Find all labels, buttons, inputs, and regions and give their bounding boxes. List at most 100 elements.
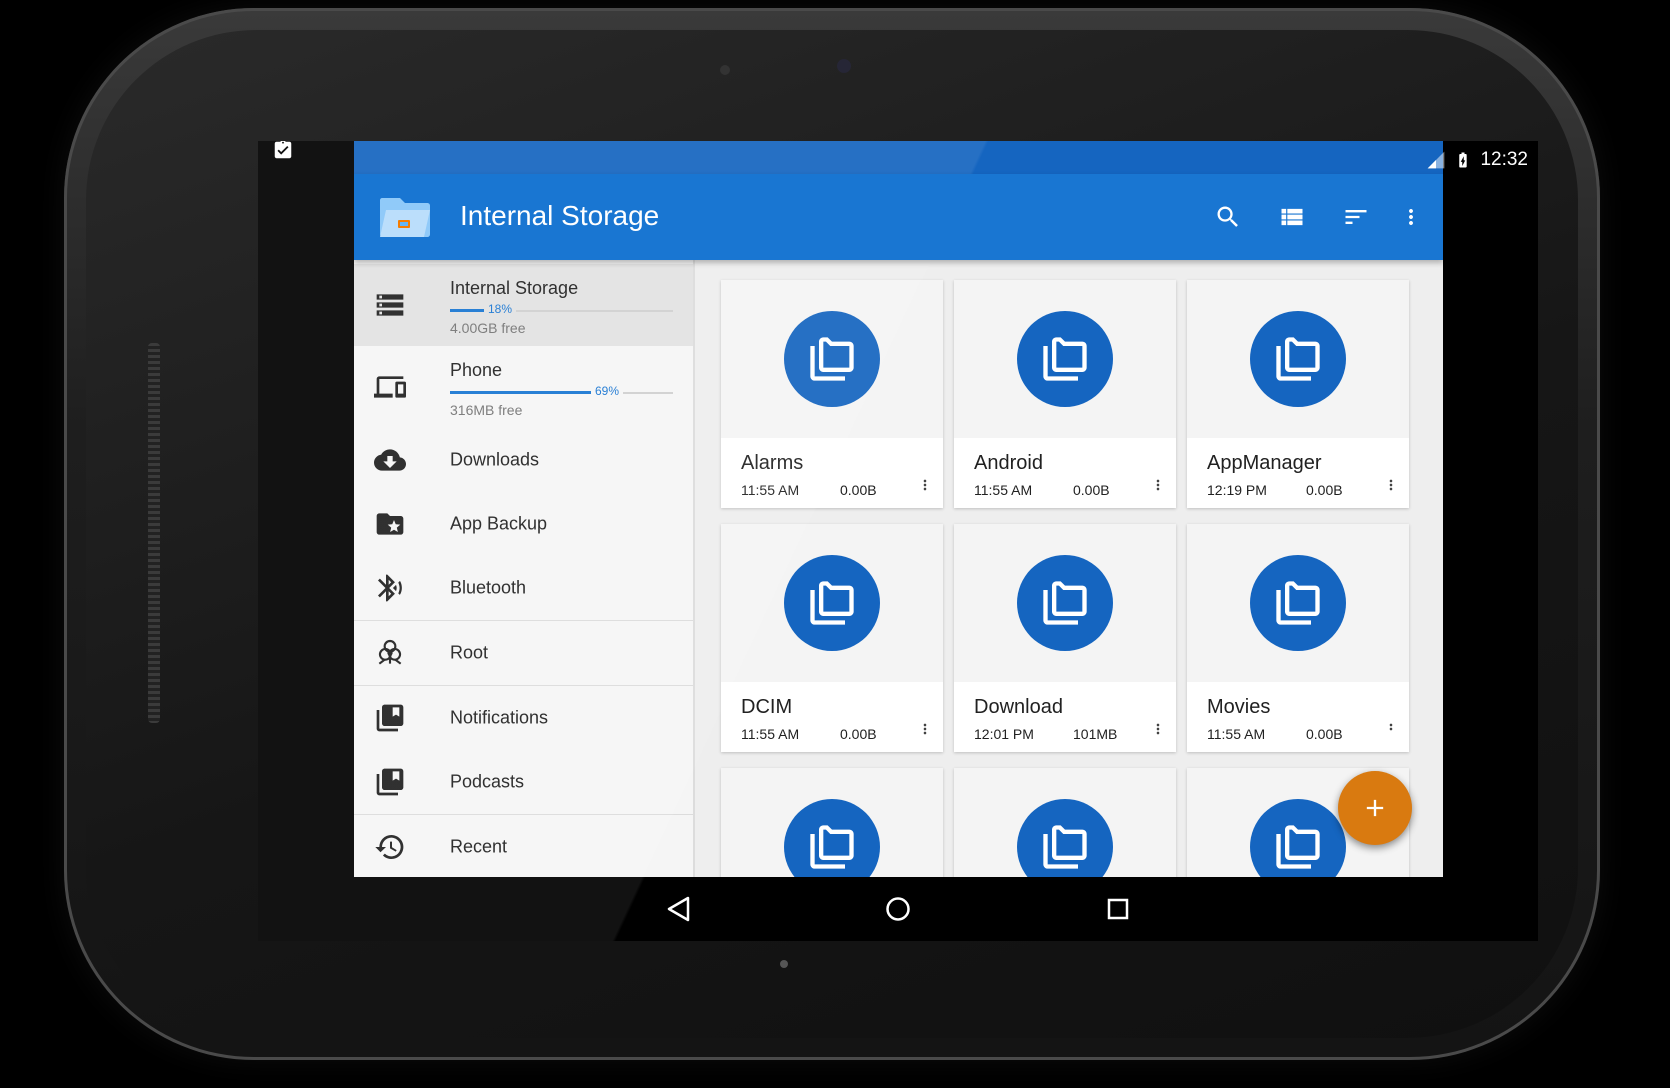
folder-card[interactable]: AppManager 12:19 PM 0.00B — [1187, 280, 1409, 508]
folder-options-button[interactable] — [1150, 474, 1166, 496]
view-mode-button[interactable] — [1271, 196, 1313, 238]
biohazard-icon — [374, 637, 406, 669]
drawer-item-notifications[interactable]: Notifications — [354, 686, 693, 750]
toolbar-title: Internal Storage — [460, 200, 660, 231]
search-icon — [1217, 206, 1238, 227]
folder-time: 12:01 PM — [974, 726, 1034, 742]
tablet-frame: 12:32 Internal Storage Internal Storage … — [64, 8, 1600, 1060]
storage-label: Phone — [450, 360, 503, 380]
file-manager-app: Internal Storage Internal Storage 18% 4.… — [354, 141, 1443, 877]
storage-free-space: 4.00GB free — [450, 320, 526, 336]
folder-options-button[interactable] — [917, 474, 933, 496]
folder-size: 0.00B — [1306, 482, 1343, 498]
front-camera — [837, 59, 851, 73]
more-vert-icon — [1389, 479, 1393, 491]
folder-card[interactable]: Android 11:55 AM 0.00B — [954, 280, 1176, 508]
drawer-item-label: Podcasts — [450, 771, 525, 792]
folder-time: 11:55 AM — [741, 482, 800, 498]
folder-icon — [1250, 555, 1346, 651]
folder-time: 12:19 PM — [1207, 482, 1267, 498]
recents-button[interactable] — [1088, 879, 1148, 939]
cloud-download-icon — [374, 444, 406, 476]
home-button[interactable] — [868, 879, 928, 939]
folder-star-icon — [374, 508, 406, 540]
more-vert-icon — [1156, 479, 1160, 491]
folder-size: 101MB — [1073, 726, 1118, 742]
storage-label: Internal Storage — [450, 278, 579, 298]
storage-free-space: 316MB free — [450, 402, 523, 418]
folder-options-button[interactable] — [917, 718, 933, 740]
folder-card[interactable]: DCIM 11:55 AM 0.00B — [721, 524, 943, 752]
folder-card[interactable]: Alarms 11:55 AM 0.00B — [721, 280, 943, 508]
folder-icon — [1017, 311, 1113, 407]
folder-options-button[interactable] — [1383, 718, 1399, 740]
storage-usage-percent: 69% — [591, 384, 624, 398]
folder-name: Download — [974, 696, 1063, 718]
storage-usage-bar: 18% — [450, 302, 673, 317]
overflow-menu-button[interactable] — [1399, 196, 1423, 238]
drawer-item-label: Notifications — [450, 707, 549, 728]
more-vert-icon — [1389, 723, 1393, 731]
file-grid: Alarms 11:55 AM 0.00B Android 11:55 AM 0… — [721, 280, 1431, 877]
system-status-area: 12:32 — [1426, 149, 1528, 171]
drawer-item-recent[interactable]: Recent — [354, 815, 693, 877]
drawer-item-label: Recent — [450, 836, 508, 857]
folder-name: Alarms — [741, 452, 804, 474]
app-status-bar — [354, 141, 1443, 174]
folder-size: 0.00B — [840, 482, 877, 498]
drawer-item-podcasts[interactable]: Podcasts — [354, 750, 693, 814]
folder-name: Android — [974, 452, 1043, 474]
folder-icon — [784, 555, 880, 651]
notification-led — [780, 960, 788, 968]
folder-name: DCIM — [741, 696, 793, 718]
drawer-item-bluetooth[interactable]: Bluetooth — [354, 556, 693, 620]
folder-card[interactable] — [954, 768, 1176, 877]
back-button[interactable] — [648, 879, 708, 939]
sort-icon — [1345, 210, 1367, 224]
folder-size: 0.00B — [1306, 726, 1343, 742]
bluetooth-icon — [374, 572, 406, 604]
light-sensor — [720, 65, 730, 75]
add-fab-button[interactable] — [1338, 771, 1412, 845]
sort-button[interactable] — [1335, 196, 1377, 238]
drawer-item-label: App Backup — [450, 513, 548, 534]
folder-name: Movies — [1207, 696, 1271, 718]
navigation-drawer: Internal Storage 18% 4.00GB free Phone 6… — [354, 260, 695, 877]
folder-size: 0.00B — [840, 726, 877, 742]
drawer-item-label: Bluetooth — [450, 577, 527, 598]
folder-time: 11:55 AM — [974, 482, 1033, 498]
storage-icon — [374, 289, 406, 321]
app-logo-icon — [378, 192, 434, 245]
recents-square-icon — [1107, 898, 1129, 920]
home-circle-icon — [886, 897, 910, 921]
drawer-item-label: Root — [450, 642, 489, 663]
drawer-item-app-backup[interactable]: App Backup — [354, 492, 693, 556]
drawer-item-root[interactable]: Root — [354, 621, 693, 685]
device-screen: 12:32 Internal Storage Internal Storage … — [258, 141, 1538, 941]
folder-card[interactable] — [721, 768, 943, 877]
drawer-item-internal-storage[interactable]: Internal Storage 18% 4.00GB free — [354, 264, 693, 346]
drawer-item-phone[interactable]: Phone 69% 316MB free — [354, 346, 693, 428]
folder-time: 11:55 AM — [1207, 726, 1266, 742]
folder-card[interactable]: Download 12:01 PM 101MB — [954, 524, 1176, 752]
folder-options-button[interactable] — [1383, 474, 1399, 496]
drawer-item-downloads[interactable]: Downloads — [354, 428, 693, 492]
history-icon — [374, 831, 406, 863]
search-button[interactable] — [1207, 196, 1249, 238]
folder-icon — [1017, 555, 1113, 651]
folder-options-button[interactable] — [1150, 718, 1166, 740]
devices-icon — [374, 371, 406, 403]
folder-icon — [1250, 311, 1346, 407]
more-vert-icon — [923, 479, 927, 491]
folder-card[interactable]: Movies 11:55 AM 0.00B — [1187, 524, 1409, 752]
notification-clipboard-icon — [272, 141, 294, 166]
more-vert-icon — [1156, 723, 1160, 735]
signal-icon — [1428, 151, 1445, 169]
storage-usage-percent: 18% — [484, 302, 517, 316]
more-vert-icon — [923, 723, 927, 735]
plus-icon — [1366, 799, 1384, 817]
battery-charging-icon — [1459, 152, 1468, 168]
speaker-grille-left — [148, 343, 160, 723]
system-navigation-bar — [258, 877, 1538, 941]
folder-size: 0.00B — [1073, 482, 1110, 498]
